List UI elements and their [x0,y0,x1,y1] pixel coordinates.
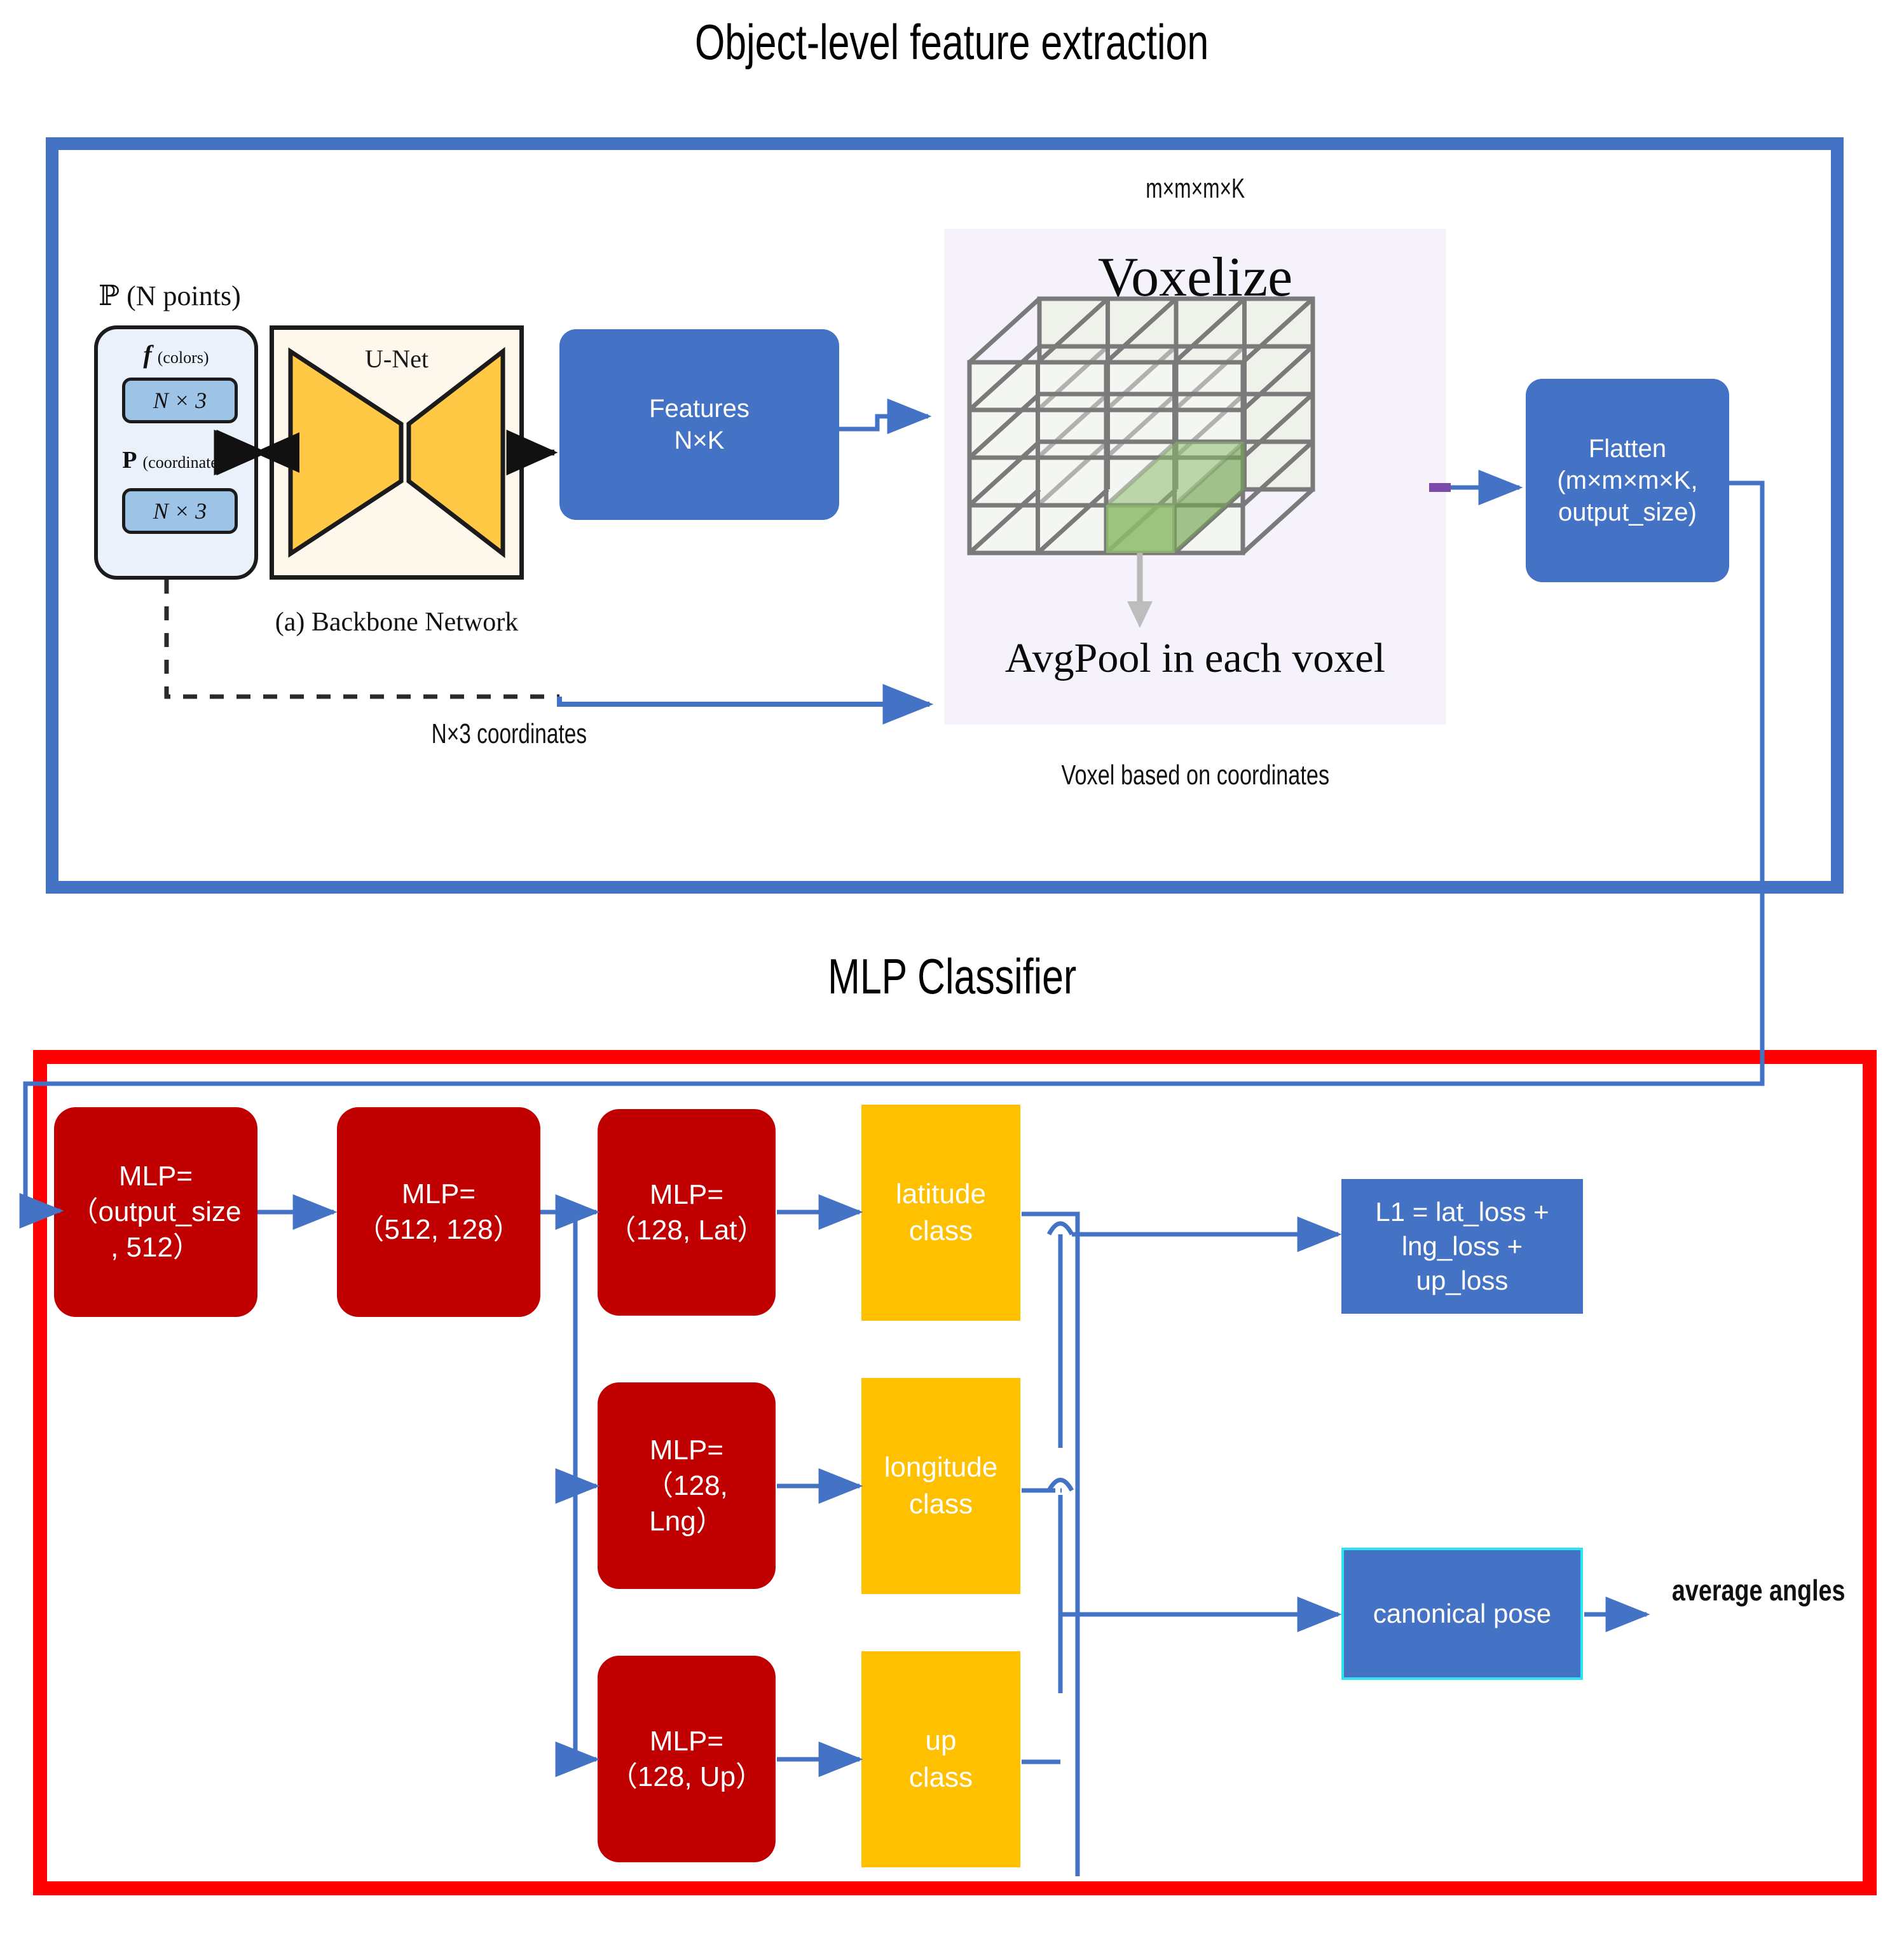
backbone-network-caption: (a) Backbone Network [275,608,519,637]
nx3-coordinates-caption: N×3 coordinates [407,718,612,750]
colors-feature-label: f (colors) [143,340,209,369]
point-cloud-label: ℙ (N points) [99,280,241,311]
u-net-hourglass-icon [288,346,505,559]
mlp-head-longitude-box: MLP= （128, Lng） [598,1382,776,1589]
average-angles-label: average angles [1653,1573,1864,1607]
flatten-box: Flatten (m×m×m×K, output_size) [1526,379,1729,582]
voxel-based-caption-text: Voxel based on coordinates [1061,760,1329,791]
voxel-shape-label-text: m×m×m×K [1146,173,1245,204]
mlp-stage-1-box: MLP= （output_size , 512） [54,1107,257,1317]
l1-loss-box: L1 = lat_loss + lng_loss + up_loss [1341,1179,1583,1314]
page-title-object-level-text: Object-level feature extraction [695,14,1209,70]
mlp-head-up-box: MLP= （128, Up） [598,1656,776,1862]
voxelize-panel: Voxelize AvgPool in each voxel [944,229,1446,725]
up-class-box: up class [861,1651,1020,1867]
page-title-object-level: Object-level feature extraction [0,11,1904,72]
mlp-stage-2-box: MLP= （512, 128） [337,1107,540,1317]
voxel-based-caption: Voxel based on coordinates [941,760,1449,791]
coordinates-tensor-box: N × 3 [122,488,238,534]
avgpool-caption: AvgPool in each voxel [1004,635,1386,681]
voxel-shape-label: m×m×m×K [941,173,1449,205]
nx3-coordinates-caption-text: N×3 coordinates [431,718,587,749]
longitude-class-box: longitude class [861,1378,1020,1594]
canonical-pose-box: canonical pose [1341,1548,1583,1680]
point-cloud-capsule: f (colors) N × 3 P (coordinates) N × 3 [94,325,258,580]
mlp-head-latitude-box: MLP= （128, Lat） [598,1109,776,1316]
voxel-grid-icon [967,296,1315,628]
page-title-mlp-classifier: MLP Classifier [0,946,1904,1007]
latitude-class-box: latitude class [861,1105,1020,1321]
coordinates-feature-label: P (coordinates) [122,447,230,474]
u-net-card: U-Net [270,325,524,580]
page-title-mlp-classifier-text: MLP Classifier [827,948,1077,1004]
average-angles-text: average angles [1671,1574,1846,1607]
features-box: Features N×K [559,329,839,520]
colors-tensor-box: N × 3 [122,378,238,423]
